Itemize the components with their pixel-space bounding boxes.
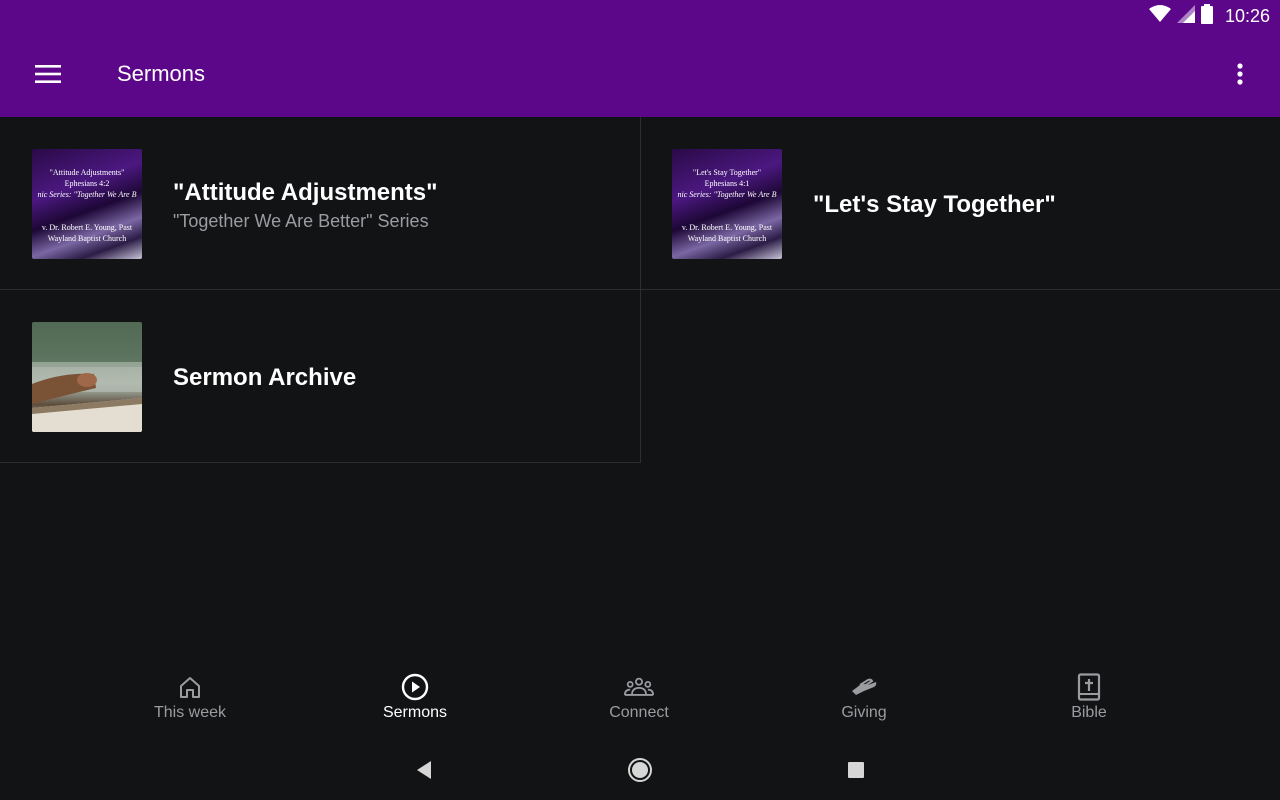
sermon-archive-tile[interactable]: Sermon Archive bbox=[0, 290, 641, 463]
home-icon bbox=[175, 672, 205, 702]
thumb-line: Ephesians 4:1 bbox=[704, 179, 750, 188]
nav-label: Sermons bbox=[382, 704, 448, 721]
bottom-navigation: This week Sermons Connect Giving Bible bbox=[0, 660, 1280, 740]
sermon-thumbnail: "Attitude Adjustments" Ephesians 4:2 nic… bbox=[32, 149, 142, 259]
nav-bible[interactable]: Bible bbox=[1019, 672, 1159, 732]
bible-icon bbox=[1074, 672, 1104, 702]
thumb-line: "Let's Stay Together" bbox=[692, 168, 762, 177]
status-time: 10:26 bbox=[1224, 5, 1270, 26]
thumb-line: v. Dr. Robert E. Young, Past bbox=[681, 223, 773, 232]
sermon-thumbnail: "Let's Stay Together" Ephesians 4:1 nic … bbox=[672, 149, 782, 259]
nav-giving[interactable]: Giving bbox=[794, 672, 934, 732]
sermon-title: "Let's Stay Together" bbox=[813, 191, 1056, 218]
people-group-icon bbox=[624, 672, 654, 702]
thumb-spacer bbox=[672, 200, 782, 222]
battery-icon bbox=[1200, 3, 1213, 29]
status-icons: 10:26 bbox=[1148, 3, 1270, 29]
wifi-icon bbox=[1148, 4, 1171, 28]
more-vert-icon[interactable] bbox=[1216, 50, 1264, 98]
app-bar: Sermons bbox=[0, 32, 1280, 117]
sermon-archive-thumbnail bbox=[32, 322, 142, 432]
praying-hands-image bbox=[32, 322, 142, 432]
thumb-line: "Attitude Adjustments" bbox=[49, 168, 125, 177]
play-circle-icon bbox=[400, 672, 430, 702]
sermon-title: Sermon Archive bbox=[173, 364, 357, 391]
recents-icon[interactable] bbox=[840, 754, 872, 786]
nav-label: Giving bbox=[841, 704, 887, 721]
sermon-tile[interactable]: "Let's Stay Together" Ephesians 4:1 nic … bbox=[640, 117, 1280, 290]
nav-label: This week bbox=[153, 704, 227, 721]
home-circle-icon[interactable] bbox=[624, 754, 656, 786]
thumbnail-text: "Let's Stay Together" Ephesians 4:1 nic … bbox=[672, 149, 782, 259]
thumb-spacer bbox=[32, 200, 142, 222]
nav-label: Connect bbox=[609, 704, 669, 721]
system-navigation-bar bbox=[0, 740, 1280, 800]
thumb-line: Ephesians 4:2 bbox=[64, 179, 110, 188]
back-icon[interactable] bbox=[408, 754, 440, 786]
nav-connect[interactable]: Connect bbox=[569, 672, 709, 732]
nav-sermons[interactable]: Sermons bbox=[345, 672, 485, 732]
status-bar: 10:26 bbox=[0, 0, 1280, 32]
sermon-tile[interactable]: "Attitude Adjustments" Ephesians 4:2 nic… bbox=[0, 117, 641, 290]
thumb-line: Wayland Baptist Church bbox=[687, 234, 767, 243]
thumb-line: nic Series: "Together We Are B bbox=[677, 190, 777, 199]
thumb-line: Wayland Baptist Church bbox=[47, 234, 127, 243]
nav-this-week[interactable]: This week bbox=[120, 672, 260, 732]
thumb-line: nic Series: "Together We Are B bbox=[37, 190, 137, 199]
giving-hand-icon bbox=[849, 672, 879, 702]
sermon-title: "Attitude Adjustments" bbox=[173, 179, 438, 206]
thumb-line: v. Dr. Robert E. Young, Past bbox=[41, 223, 133, 232]
hamburger-menu-icon[interactable] bbox=[24, 50, 72, 98]
sermon-subtitle: "Together We Are Better" Series bbox=[173, 211, 429, 231]
signal-icon bbox=[1176, 4, 1195, 28]
thumbnail-text: "Attitude Adjustments" Ephesians 4:2 nic… bbox=[32, 149, 142, 259]
nav-label: Bible bbox=[1071, 704, 1107, 721]
page-title: Sermons bbox=[117, 61, 206, 86]
